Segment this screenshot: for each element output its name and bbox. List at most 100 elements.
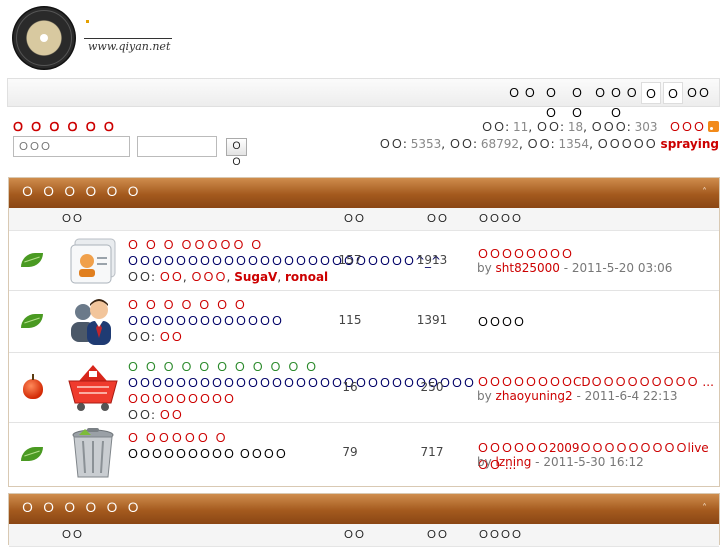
post-count: 717 <box>420 445 444 459</box>
topic-count: 157 <box>338 253 362 267</box>
forum-row: Ｏ Ｏ Ｏ ＯＯＯＯＯ Ｏ ＯＯＯＯＯＯＯＯＯＯＯＯＯＯＯＯＯＯＯＯＯＯＯＯ^_… <box>9 231 719 291</box>
logo-dot <box>86 20 89 23</box>
moderator-link[interactable]: ＯＯ <box>159 330 183 344</box>
forum-title[interactable]: Ｏ Ｏ Ｏ Ｏ Ｏ Ｏ Ｏ Ｏ Ｏ Ｏ Ｏ <box>127 358 318 375</box>
members-label: ＯＯ: <box>526 137 555 151</box>
forum-section-1: Ｏ Ｏ Ｏ Ｏ Ｏ Ｏ ˄ ＯＯ ＯＯ ＯＯ ＯＯＯＯ Ｏ Ｏ Ｏ ＯＯＯＯＯ … <box>8 177 720 487</box>
top-navbar: Ｏ Ｏ ＯＯ ＯＯ Ｏ Ｏ Ｏ Ｏ Ｏ Ｏ ＯＯ <box>7 78 720 120</box>
nav-item-3[interactable]: ＯＯ <box>566 83 588 120</box>
post-count: 250 <box>420 380 444 394</box>
moderator-link[interactable]: ＯＯＯ <box>191 270 227 284</box>
yesterday-count: 18 <box>567 120 584 134</box>
site-header: www.qiyan.net <box>0 0 727 76</box>
post-count: 1913 <box>416 253 448 267</box>
col-forum-header: ＯＯ <box>61 212 83 225</box>
by-label: by <box>477 261 492 275</box>
moderators-label: ＯＯ: <box>127 270 156 284</box>
max-count: 303 <box>634 120 658 134</box>
nav-item-5[interactable]: Ｏ <box>641 82 661 104</box>
forum-description: ＯＯＯＯＯＯＯＯＯＯＯＯＯＯＯＯＯＯＯＯＯＯＯＯ^_^ <box>127 254 442 268</box>
posts-label: ＯＯ: <box>448 137 477 151</box>
col-forum-header: ＯＯ <box>61 528 83 541</box>
col-topics-header: ＯＯ <box>343 212 365 225</box>
today-count: 11 <box>513 120 529 134</box>
topics-count: 5353 <box>410 137 442 151</box>
nav-item-6[interactable]: Ｏ <box>663 82 683 104</box>
username-input[interactable] <box>13 136 130 157</box>
user-panel-title: Ｏ Ｏ Ｏ Ｏ Ｏ Ｏ <box>12 120 116 134</box>
post-count: 1391 <box>416 313 448 327</box>
moderators-label: ＯＯ: <box>127 330 156 344</box>
nav-item-2[interactable]: ＯＯ <box>540 83 562 120</box>
last-post-meta: by sht825000 - 2011-5-20 03:06 <box>477 261 672 275</box>
leaf-icon <box>21 314 43 328</box>
forum-row: Ｏ ＯＯＯＯＯ Ｏ ＯＯＯＯＯＯＯＯＯ ＯＯＯＯ 79 717 ＯＯＯＯＯＯ20… <box>9 423 719 485</box>
stats-line-1: ＯＯ: 11, ＯＯ: 18, ＯＯＯ: 303 ＯＯＯ <box>481 118 719 135</box>
topic-count: 16 <box>342 380 358 394</box>
last-post-time: - 2011-6-4 22:13 <box>576 389 678 403</box>
max-label: ＯＯＯ: <box>590 120 631 134</box>
by-label: by <box>477 389 492 403</box>
last-post-meta: by zhaoyuning2 - 2011-6-4 22:13 <box>477 389 678 403</box>
last-post-user[interactable]: zhaoyuning2 <box>496 389 573 403</box>
col-posts-header: ＯＯ <box>426 528 448 541</box>
forum-title[interactable]: Ｏ Ｏ Ｏ Ｏ Ｏ Ｏ Ｏ <box>127 296 247 313</box>
forum-title[interactable]: Ｏ ＯＯＯＯＯ Ｏ <box>127 429 228 446</box>
leaf-icon <box>21 447 43 461</box>
forum-title[interactable]: Ｏ Ｏ Ｏ ＯＯＯＯＯ Ｏ <box>127 236 263 253</box>
today-label: ＯＯ: <box>481 120 510 134</box>
moderators-label: ＯＯ: <box>127 408 156 422</box>
nav-item-1[interactable]: Ｏ Ｏ <box>508 83 536 103</box>
shopping-basket-icon[interactable] <box>65 357 121 413</box>
rss-icon[interactable] <box>708 121 719 132</box>
forum-moderators: ＯＯ: ＯＯ <box>127 406 183 423</box>
last-post-title[interactable]: ＯＯＯＯＯＯＯＯCDＯＯＯＯＯＯＯＯＯ ... <box>477 373 714 390</box>
section-title[interactable]: Ｏ Ｏ Ｏ Ｏ Ｏ Ｏ <box>21 185 142 200</box>
section-title[interactable]: Ｏ Ｏ Ｏ Ｏ Ｏ Ｏ <box>21 501 142 516</box>
col-last-post-header: ＯＯＯＯ <box>478 528 522 541</box>
collapse-icon[interactable]: ˄ <box>702 494 707 524</box>
moderator-link[interactable]: SugaV <box>234 270 277 284</box>
posts-count: 68792 <box>480 137 519 151</box>
nav-item-7[interactable]: ＯＯ <box>686 83 710 103</box>
section-header[interactable]: Ｏ Ｏ Ｏ Ｏ Ｏ Ｏ ˄ <box>9 494 719 524</box>
topic-count: 115 <box>338 313 362 327</box>
help-link[interactable]: ＯＯＯ <box>669 120 705 134</box>
record-disc-logo-icon[interactable] <box>12 6 76 70</box>
forum-description-line2: ＯＯＯＯＯＯＯＯＯ <box>127 392 236 406</box>
forum-section-2: Ｏ Ｏ Ｏ Ｏ Ｏ Ｏ ˄ ＯＯ ＯＯ ＯＯ ＯＯＯＯ <box>8 493 720 547</box>
logo-url-text: www.qiyan.net <box>88 40 171 53</box>
last-post-placeholder: ＯＯＯＯ <box>477 315 526 329</box>
col-posts-header: ＯＯ <box>426 212 448 225</box>
collapse-icon[interactable]: ˄ <box>702 178 707 208</box>
members-count: 1354 <box>558 137 590 151</box>
topics-label: ＯＯ: <box>378 137 407 151</box>
nav-item-4[interactable]: Ｏ Ｏ Ｏ Ｏ <box>594 83 638 120</box>
column-header-row: ＯＯ ＯＯ ＯＯ ＯＯＯＯ <box>9 524 719 547</box>
moderator-link[interactable]: ＯＯ <box>159 270 183 284</box>
users-group-icon[interactable] <box>65 294 121 350</box>
last-post-title[interactable]: ＯＯＯＯＯＯＯＯ <box>477 245 573 262</box>
column-header-row: ＯＯ ＯＯ ＯＯ ＯＯＯＯ <box>9 208 719 231</box>
col-topics-header: ＯＯ <box>343 528 365 541</box>
last-post-meta: by lzning - 2011-5-30 16:12 <box>477 455 644 469</box>
yesterday-label: ＯＯ: <box>535 120 564 134</box>
moderator-link[interactable]: ＯＯ <box>159 408 183 422</box>
last-post-user[interactable]: sht825000 <box>496 261 560 275</box>
forum-moderators: ＯＯ: ＯＯ <box>127 328 183 345</box>
trash-bin-icon[interactable] <box>65 425 121 481</box>
apple-icon <box>23 374 43 399</box>
last-post-time: - 2011-5-30 16:12 <box>535 455 644 469</box>
disc-center <box>40 34 48 42</box>
section-header[interactable]: Ｏ Ｏ Ｏ Ｏ Ｏ Ｏ ˄ <box>9 178 719 208</box>
contacts-card-icon[interactable] <box>65 233 121 289</box>
password-input[interactable] <box>137 136 217 157</box>
forum-row: Ｏ Ｏ Ｏ Ｏ Ｏ Ｏ Ｏ Ｏ Ｏ Ｏ Ｏ ＯＯＯＯＯＯＯＯＯＯＯＯＯＯＯＯＯＯ… <box>9 353 719 423</box>
moderator-link[interactable]: ronoal <box>285 270 328 284</box>
newest-member-link[interactable]: spraying <box>661 137 719 151</box>
forum-moderators: ＯＯ: ＯＯ, ＯＯＯ, SugaV, ronoal <box>127 270 329 284</box>
last-post-user[interactable]: lzning <box>496 455 532 469</box>
login-button[interactable]: ＯＯ <box>226 138 247 168</box>
topic-count: 79 <box>342 445 358 459</box>
forum-row: Ｏ Ｏ Ｏ Ｏ Ｏ Ｏ Ｏ ＯＯＯＯＯＯＯＯＯＯＯＯＯ ＯＯ: ＯＯ 115 1… <box>9 291 719 353</box>
